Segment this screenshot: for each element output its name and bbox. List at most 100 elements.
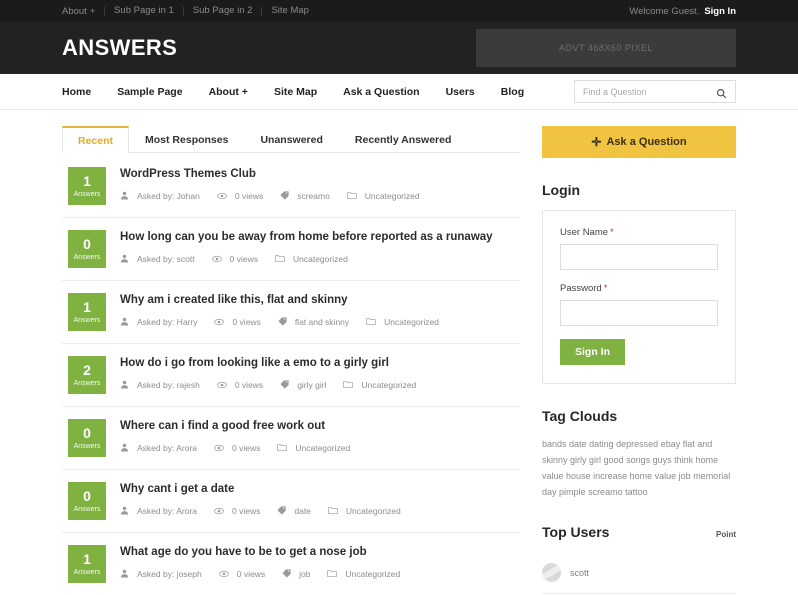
eye-icon <box>217 380 231 390</box>
question-list-item[interactable]: 2AnswersHow do i go from looking like a … <box>62 344 520 407</box>
asked-by[interactable]: Asked by: Harry <box>120 317 197 327</box>
question-tag[interactable]: flat and skinny <box>278 317 349 327</box>
topnav-item-site-map[interactable]: Site Map <box>262 0 318 22</box>
asked-by[interactable]: Asked by: joseph <box>120 569 202 579</box>
password-label: Password* <box>560 283 718 294</box>
topnav-item-sub-page-1[interactable]: Sub Page in 1 <box>105 0 183 22</box>
top-user-row[interactable]: scott <box>542 552 736 594</box>
asked-by[interactable]: Asked by: rajesh <box>120 380 200 390</box>
plus-icon: ✛ <box>591 135 601 149</box>
view-count[interactable]: 0 views <box>217 191 263 201</box>
asked-by[interactable]: Asked by: Johan <box>120 191 200 201</box>
tag-link[interactable]: good songs <box>604 455 651 465</box>
tab-recent[interactable]: Recent <box>62 126 129 153</box>
answer-count: 1 <box>83 174 91 188</box>
asked-by[interactable]: Asked by: Arora <box>120 506 197 516</box>
nav-item-about[interactable]: About + <box>209 86 248 98</box>
tag-link[interactable]: pimple <box>559 487 586 497</box>
question-list-item[interactable]: 1AnswersWhy am i created like this, flat… <box>62 281 520 344</box>
login-heading: Login <box>542 182 736 198</box>
advert-banner[interactable]: ADVT 468X60 PIXEL <box>476 29 736 67</box>
user-icon <box>120 506 133 515</box>
site-logo[interactable]: ANSWERS <box>62 35 177 61</box>
question-title[interactable]: Why cant i get a date <box>120 483 520 497</box>
nav-item-sample-page[interactable]: Sample Page <box>117 86 182 98</box>
signin-button[interactable]: Sign In <box>560 339 625 365</box>
tag-link[interactable]: girly girl <box>570 455 601 465</box>
view-count[interactable]: 0 views <box>214 317 260 327</box>
question-body: WordPress Themes Club Asked by: Johan 0 vi… <box>120 167 520 201</box>
tag-icon <box>277 506 290 515</box>
question-title[interactable]: Why am i created like this, flat and ski… <box>120 294 520 308</box>
question-category[interactable]: Uncategorized <box>275 254 348 264</box>
view-count[interactable]: 0 views <box>219 569 265 579</box>
username-field[interactable] <box>560 244 718 270</box>
nav-item-ask-a-question[interactable]: Ask a Question <box>343 86 419 98</box>
question-list-item[interactable]: 1Answers What age do you have to be to ge… <box>62 533 520 595</box>
search-input[interactable] <box>583 87 716 97</box>
question-title[interactable]: How do i go from looking like a emo to a… <box>120 357 520 371</box>
nav-item-blog[interactable]: Blog <box>501 86 524 98</box>
eye-icon <box>219 569 233 579</box>
asked-by[interactable]: Asked by: Arora <box>120 443 197 453</box>
question-tag[interactable]: job <box>282 569 310 579</box>
topnav-item-sub-page-2[interactable]: Sub Page in 2 <box>184 0 262 22</box>
view-count[interactable]: 0 views <box>217 380 263 390</box>
question-body: Where can i find a good free work out Ask… <box>120 419 520 453</box>
tag-link[interactable]: dating <box>589 439 614 449</box>
view-count[interactable]: 0 views <box>212 254 258 264</box>
question-list-item[interactable]: 0AnswersWhere can i find a good free wor… <box>62 407 520 470</box>
answer-count-badge: 1Answers <box>68 545 106 583</box>
password-field[interactable] <box>560 300 718 326</box>
question-tag[interactable]: screamo <box>280 191 330 201</box>
folder-icon <box>277 443 291 452</box>
topnav-item-about[interactable]: About+ <box>62 0 104 23</box>
question-title[interactable]: Where can i find a good free work out <box>120 420 520 434</box>
tab-most-responses[interactable]: Most Responses <box>129 126 244 152</box>
question-category[interactable]: Uncategorized <box>347 191 420 201</box>
question-list-item[interactable]: 1AnswersWordPress Themes ClubAsked by: J… <box>62 153 520 218</box>
nav-item-home[interactable]: Home <box>62 86 91 98</box>
question-title[interactable]: WordPress Themes Club <box>120 168 520 182</box>
tag-link[interactable]: screamo <box>588 487 623 497</box>
tag-link[interactable]: ebay <box>661 439 681 449</box>
username-label: User Name* <box>560 227 718 238</box>
tag-link[interactable]: guys think <box>653 455 694 465</box>
question-tag[interactable]: girly girl <box>280 380 326 390</box>
tag-link[interactable]: house <box>566 471 591 481</box>
question-tag[interactable]: date <box>277 506 311 516</box>
search-box[interactable] <box>574 80 736 103</box>
question-category[interactable]: Uncategorized <box>366 317 439 327</box>
question-category-label: Uncategorized <box>365 191 420 201</box>
question-list: 1Answers WordPress Themes Club Asked by: J… <box>62 153 520 595</box>
ask-a-question-button[interactable]: ✛ Ask a Question <box>542 126 736 158</box>
tag-link[interactable]: depressed <box>616 439 658 449</box>
question-meta: Asked by: scott 0 views Uncategorized <box>120 254 520 264</box>
tab-unanswered[interactable]: Unanswered <box>244 126 338 152</box>
question-title[interactable]: What age do you have to be to get a nose… <box>120 546 520 560</box>
tag-link[interactable]: date <box>569 439 587 449</box>
question-category[interactable]: Uncategorized <box>277 443 350 453</box>
answer-count-badge: 0Answers <box>68 482 106 520</box>
question-category[interactable]: Uncategorized <box>343 380 416 390</box>
view-count-label: 0 views <box>232 443 260 453</box>
tag-link[interactable]: bands <box>542 439 567 449</box>
question-list-item[interactable]: 0Answers Why cant i get a date Asked by: A… <box>62 470 520 533</box>
question-title[interactable]: How long can you be away from home befor… <box>120 231 520 245</box>
signin-link[interactable]: Sign In <box>704 6 736 17</box>
view-count[interactable]: 0 views <box>214 443 260 453</box>
nav-item-site-map[interactable]: Site Map <box>274 86 317 98</box>
top-user-name[interactable]: scott <box>570 568 589 578</box>
page-body: Recent Most Responses Unanswered Recentl… <box>0 110 798 595</box>
search-icon[interactable] <box>716 86 727 97</box>
question-list-item[interactable]: 0AnswersHow long can you be away from ho… <box>62 218 520 281</box>
question-category[interactable]: Uncategorized <box>327 569 400 579</box>
tag-link[interactable]: tattoo <box>625 487 648 497</box>
asked-by[interactable]: Asked by: scott <box>120 254 195 264</box>
question-category[interactable]: Uncategorized <box>328 506 401 516</box>
nav-item-users[interactable]: Users <box>446 86 475 98</box>
view-count[interactable]: 0 views <box>214 506 260 516</box>
tag-link[interactable]: increase home value <box>593 471 676 481</box>
tag-link[interactable]: job <box>679 471 691 481</box>
tab-recently-answered[interactable]: Recently Answered <box>339 126 467 152</box>
